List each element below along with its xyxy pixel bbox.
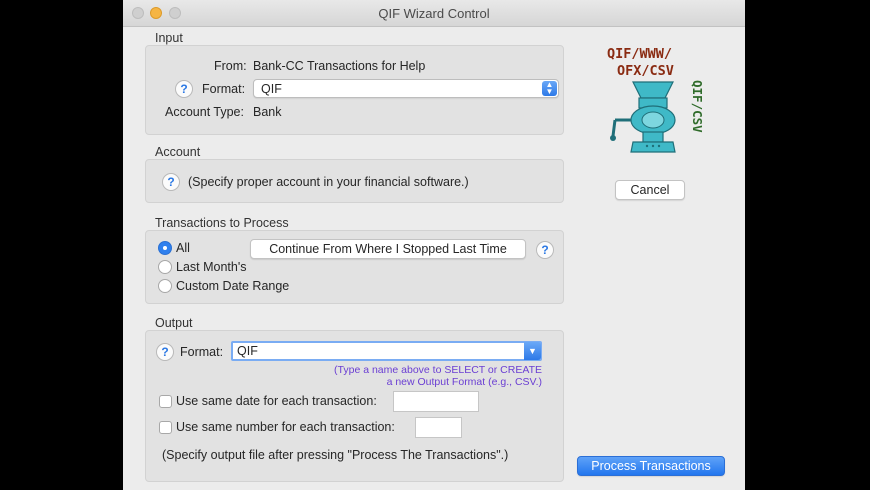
title-bar: QIF Wizard Control (123, 0, 745, 27)
account-group: ? (Specify proper account in your financ… (145, 159, 564, 203)
input-section-label: Input (155, 31, 183, 45)
transactions-help-button[interactable]: ? (536, 241, 554, 259)
same-date-label[interactable]: Use same date for each transaction: (176, 394, 377, 408)
output-footer-note: (Specify output file after pressing "Pro… (162, 448, 509, 462)
same-date-field[interactable] (393, 391, 479, 412)
input-help-button[interactable]: ? (175, 80, 193, 98)
output-format-hint-line2: a new Output Format (e.g., CSV.) (386, 376, 542, 388)
cancel-button[interactable]: Cancel (615, 180, 685, 200)
same-date-checkbox[interactable] (159, 395, 172, 408)
account-type-label: Account Type: (165, 105, 244, 119)
output-format-combo[interactable]: QIF ▼ (231, 341, 542, 361)
select-stepper-icon: ▲ ▼ (542, 81, 557, 96)
output-format-hint: (Type a name above to SELECT or CREATE a… (256, 364, 542, 388)
qif-wizard-window: QIF Wizard Control Input From: Bank-CC T… (123, 0, 745, 490)
account-section-label: Account (155, 145, 201, 159)
logo-text-line2: OFX/CSV (617, 63, 674, 79)
from-label: From: (214, 59, 247, 73)
same-number-label[interactable]: Use same number for each transaction: (176, 420, 395, 434)
from-value: Bank-CC Transactions for Help (253, 59, 426, 73)
output-format-value: QIF (237, 344, 258, 358)
window-title: QIF Wizard Control (378, 6, 490, 21)
transactions-section-label: Transactions to Process (155, 216, 289, 230)
input-format-value: QIF (261, 82, 282, 96)
continue-from-last-button[interactable]: Continue From Where I Stopped Last Time (250, 239, 526, 259)
output-group: ? Format: QIF ▼ (Type a name above to SE… (145, 330, 564, 482)
radio-custom-range[interactable] (158, 279, 172, 293)
input-group: From: Bank-CC Transactions for Help ? Fo… (145, 45, 564, 135)
radio-last-month-label[interactable]: Last Month's (176, 260, 246, 274)
output-section-label: Output (155, 316, 193, 330)
input-format-label: Format: (202, 82, 246, 96)
chevron-down-icon[interactable]: ▼ (524, 342, 541, 360)
radio-last-month[interactable] (158, 260, 172, 274)
radio-all[interactable] (158, 241, 172, 255)
account-help-button[interactable]: ? (162, 173, 180, 191)
output-format-label: Format: (180, 345, 224, 359)
meat-grinder-icon (610, 81, 676, 153)
process-transactions-button[interactable]: Process Transactions (577, 456, 725, 476)
account-hint: (Specify proper account in your financia… (188, 175, 469, 189)
transactions-group: All Last Month's Custom Date Range Conti… (145, 230, 564, 304)
input-format-select[interactable]: QIF ▲ ▼ (253, 79, 559, 98)
output-help-button[interactable]: ? (156, 343, 174, 361)
same-number-field[interactable] (415, 417, 462, 438)
output-format-hint-line1: (Type a name above to SELECT or CREATE (334, 364, 542, 376)
account-type-value: Bank (253, 105, 282, 119)
logo-text-line1: QIF/WWW/ (607, 46, 673, 62)
radio-all-label[interactable]: All (176, 241, 190, 255)
app-logo: QIF/WWW/ OFX/CSV QIF/CSV (597, 42, 717, 162)
same-number-checkbox[interactable] (159, 421, 172, 434)
radio-custom-range-label[interactable]: Custom Date Range (176, 279, 289, 293)
